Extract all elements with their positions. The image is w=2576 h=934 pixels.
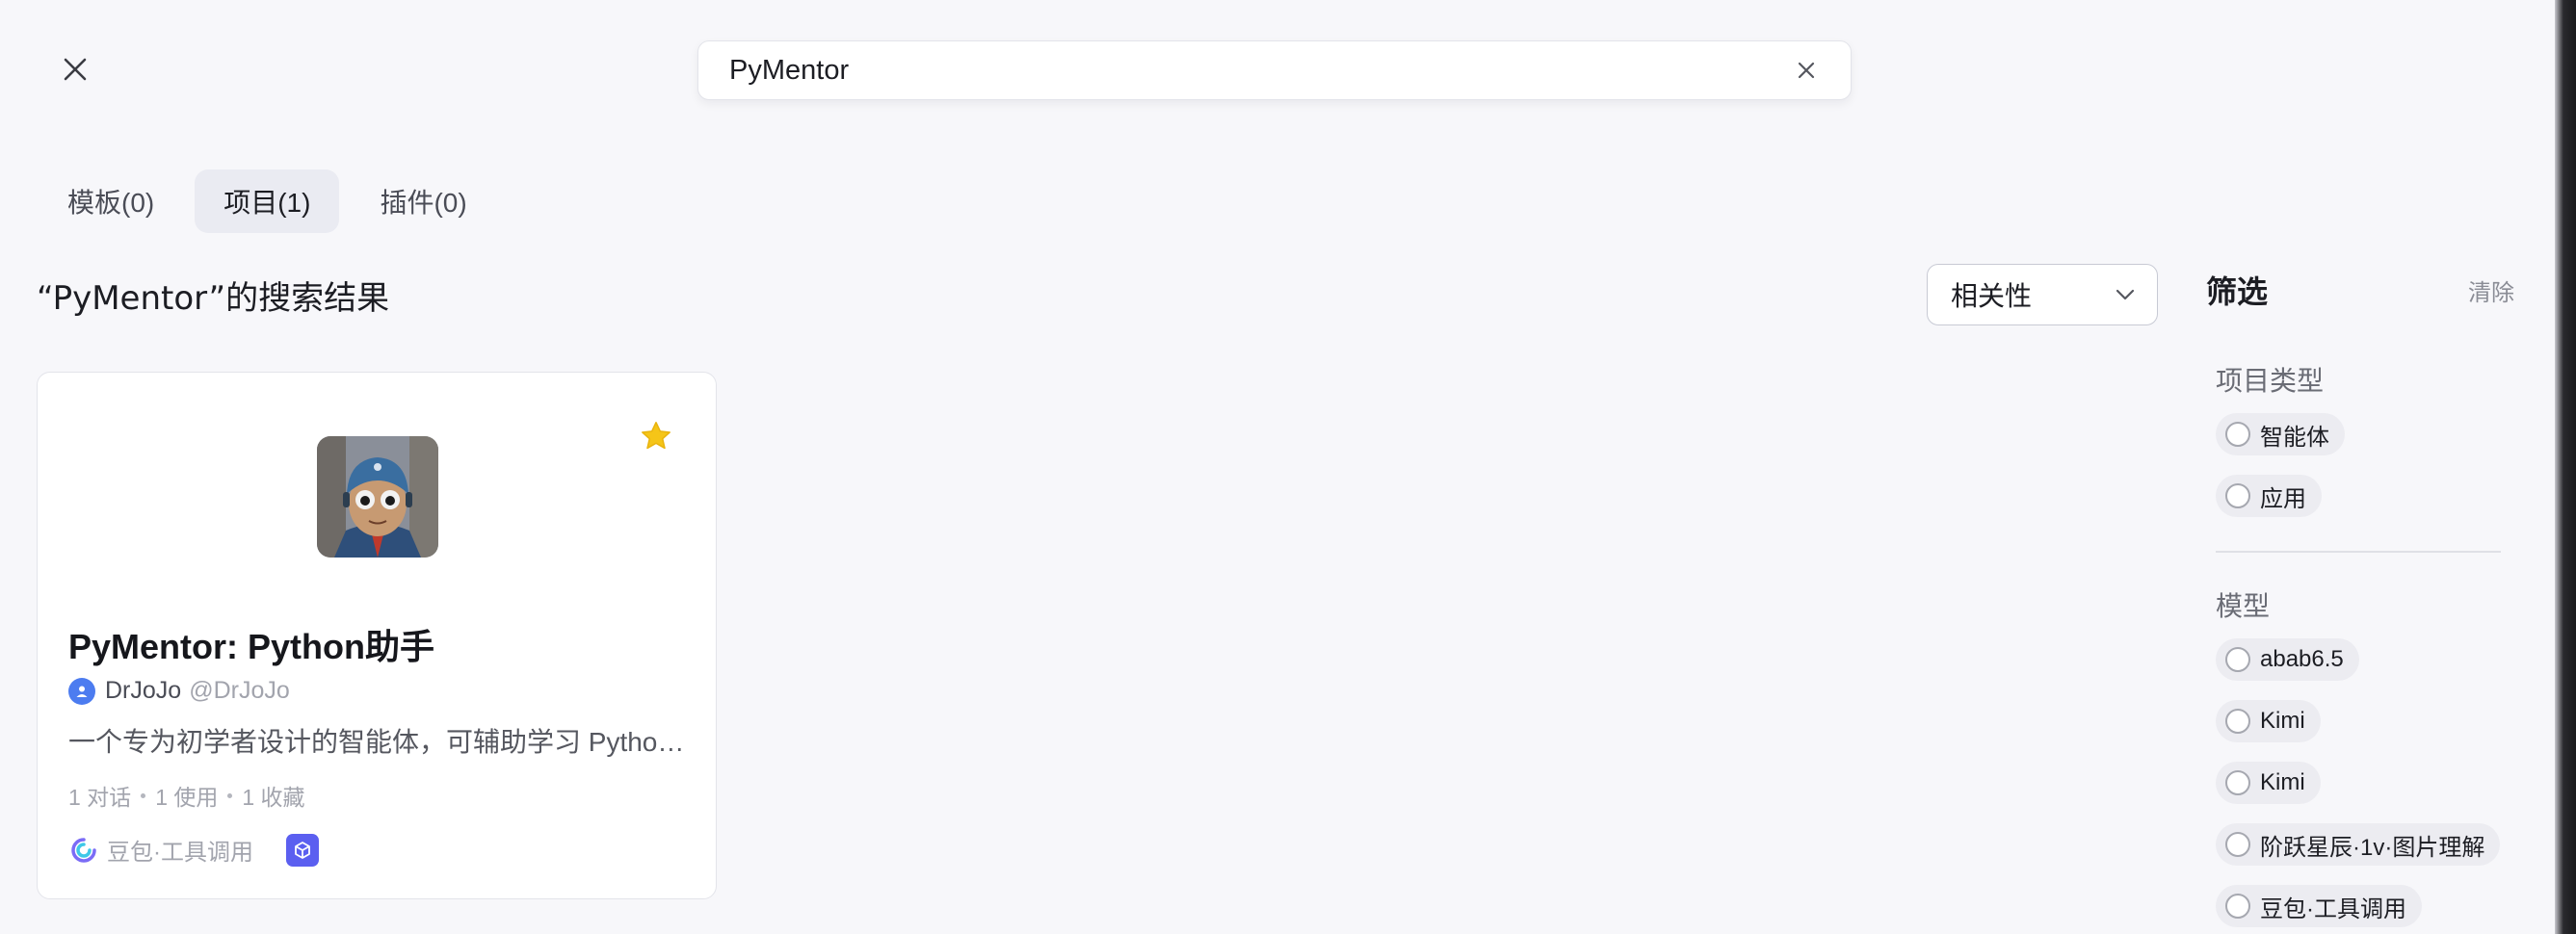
filter-clear-button[interactable]: 清除 <box>2468 273 2514 307</box>
chip-label: 智能体 <box>2260 424 2329 451</box>
chip-label: 豆包·工具调用 <box>2260 895 2406 922</box>
chip-label: Kimi <box>2260 708 2305 734</box>
favorite-star-icon[interactable] <box>639 419 673 454</box>
close-icon <box>1798 62 1815 79</box>
filter-chip-model[interactable]: 阶跃星辰·1v·图片理解 <box>2216 823 2501 866</box>
search-input[interactable] <box>729 54 1789 87</box>
user-avatar-icon <box>68 677 95 705</box>
stat-favorites: 1 收藏 <box>242 785 305 810</box>
project-title[interactable]: PyMentor: Python助手 <box>68 619 434 669</box>
project-avatar <box>317 436 438 558</box>
radio-button[interactable] <box>2225 647 2250 672</box>
filter-divider <box>2216 551 2501 553</box>
model-label: 豆包·工具调用 <box>107 840 253 866</box>
chip-label: Kimi <box>2260 769 2305 795</box>
chip-label: 应用 <box>2260 485 2306 512</box>
separator-dot <box>227 792 233 798</box>
radio-button[interactable] <box>2225 483 2250 508</box>
clear-search-button[interactable] <box>1789 53 1824 88</box>
filter-chip-model[interactable]: abab6.5 <box>2216 638 2359 681</box>
separator-dot <box>141 792 146 798</box>
radio-button[interactable] <box>2225 832 2250 857</box>
model-label: 模型 <box>2216 591 2271 621</box>
window-edge <box>2555 0 2576 934</box>
stat-uses: 1 使用 <box>155 785 219 810</box>
author-name: DrJoJo <box>105 677 182 704</box>
chip-label: 阶跃星辰·1v·图片理解 <box>2260 834 2485 861</box>
chevron-down-icon <box>2116 289 2135 300</box>
filter-chip-model[interactable]: 豆包·工具调用 <box>2216 885 2422 927</box>
project-author[interactable]: DrJoJo @DrJoJo <box>68 677 290 705</box>
author-handle: @DrJoJo <box>189 677 290 704</box>
project-stats: 1 对话 1 使用 1 收藏 <box>68 779 305 812</box>
result-tabs: 模板(0) 项目(1) 插件(0) <box>39 169 496 233</box>
close-icon <box>64 58 87 81</box>
search-box[interactable] <box>697 40 1852 100</box>
chip-label: abab6.5 <box>2260 646 2344 672</box>
filter-chip-model[interactable]: Kimi <box>2216 762 2321 804</box>
project-description: 一个专为初学者设计的智能体，可辅助学习 Python编程基础知识 <box>68 727 685 757</box>
tab-templates[interactable]: 模板(0) <box>39 169 183 233</box>
project-type-label: 项目类型 <box>2216 366 2325 396</box>
sort-selected-value: 相关性 <box>1951 281 2033 311</box>
project-card[interactable]: PyMentor: Python助手 DrJoJo @DrJoJo 一个专为初学… <box>37 372 717 899</box>
tab-projects[interactable]: 项目(1) <box>195 169 340 233</box>
tab-plugins[interactable]: 插件(0) <box>351 169 495 233</box>
radio-button[interactable] <box>2225 422 2250 447</box>
doubao-logo-icon <box>71 837 96 863</box>
radio-button[interactable] <box>2225 770 2250 795</box>
plugin-box-icon <box>286 833 319 867</box>
radio-button[interactable] <box>2225 894 2250 919</box>
stat-conversations: 1 对话 <box>68 785 132 810</box>
radio-button[interactable] <box>2225 709 2250 734</box>
sort-select[interactable]: 相关性 <box>1927 264 2158 325</box>
project-model-row: 豆包·工具调用 <box>70 833 319 867</box>
filter-chip-agent[interactable]: 智能体 <box>2216 413 2345 455</box>
results-title: “PyMentor”的搜索结果 <box>37 279 390 318</box>
filter-chip-app[interactable]: 应用 <box>2216 475 2322 517</box>
filter-chip-model[interactable]: Kimi <box>2216 700 2321 742</box>
filter-title: 筛选 <box>2206 273 2269 310</box>
close-button[interactable] <box>56 50 94 89</box>
